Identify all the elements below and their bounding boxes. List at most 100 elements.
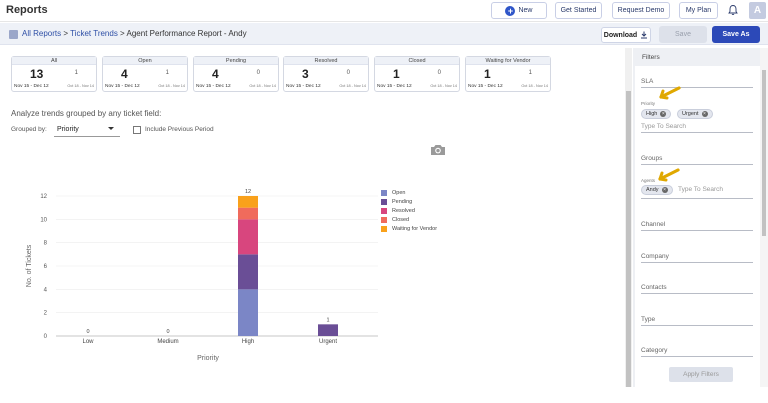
company-field[interactable]: Company	[641, 253, 753, 263]
legend-item[interactable]: Waiting for Vendor	[381, 224, 437, 233]
apply-filters-button[interactable]: Apply Filters	[669, 367, 733, 382]
top-bar: Reports + New Get Started Request Demo M…	[0, 0, 768, 22]
filters-scrollbar[interactable]	[760, 48, 768, 387]
legend-swatch	[381, 207, 387, 214]
y-axis-title: No. of Tickets	[26, 244, 33, 287]
reports-icon	[9, 30, 18, 39]
card-count: 4	[212, 67, 219, 81]
new-button[interactable]: + New	[491, 2, 547, 19]
priority-search-input[interactable]: Type To Search	[641, 123, 753, 133]
analyze-text: Analyze trends grouped by any ticket fie…	[11, 109, 162, 118]
agents-field[interactable]: Andy × Type To Search	[641, 185, 753, 199]
chip-label: Urgent	[682, 111, 699, 117]
status-card[interactable]: Closed 1 0 Nov 15 - Dec 12 Oct 18 - Nov 14	[374, 56, 460, 92]
card-label: Waiting for Vendor	[466, 57, 550, 65]
priority-chip-high[interactable]: High ×	[641, 109, 672, 119]
legend-item[interactable]: Closed	[381, 215, 437, 224]
bar-segment	[238, 219, 258, 255]
card-previous-range: Oct 18 - Nov 14	[249, 84, 276, 88]
type-field[interactable]: Type	[641, 316, 753, 326]
status-card[interactable]: Pending 4 0 Nov 15 - Dec 12 Oct 18 - Nov 14	[193, 56, 279, 92]
close-icon[interactable]: ×	[660, 111, 667, 117]
status-card[interactable]: Open 4 1 Nov 15 - Dec 12 Oct 18 - Nov 14	[102, 56, 188, 92]
breadcrumb: All Reports > Ticket Trends > Agent Perf…	[22, 29, 247, 38]
main-scrollbar[interactable]	[625, 48, 632, 387]
card-label: Resolved	[284, 57, 368, 65]
request-demo-button[interactable]: Request Demo	[612, 2, 670, 19]
legend-label: Pending	[392, 198, 413, 205]
arrow-annotation-icon	[659, 86, 681, 100]
camera-icon[interactable]	[430, 144, 446, 156]
get-started-button[interactable]: Get Started	[555, 2, 602, 19]
card-date-range: Nov 15 - Dec 12	[105, 84, 140, 89]
card-previous-count: 1	[165, 70, 169, 76]
bar-total-label: 0	[86, 329, 89, 335]
legend-item[interactable]: Pending	[381, 197, 437, 206]
legend-swatch	[381, 216, 387, 223]
status-card[interactable]: Waiting for Vendor 1 1 Nov 15 - Dec 12 Oct 1…	[465, 56, 551, 92]
groups-field[interactable]: Groups	[641, 155, 753, 165]
plus-icon: +	[505, 5, 516, 16]
card-count: 4	[121, 67, 128, 81]
group-by-select[interactable]: Priority	[54, 122, 120, 137]
new-button-label: New	[518, 7, 533, 14]
x-axis-title: Priority	[197, 355, 219, 362]
legend-label: Open	[392, 189, 406, 196]
avatar[interactable]: A	[749, 2, 766, 19]
legend-label: Closed	[392, 216, 410, 223]
breadcrumb-ticket-trends[interactable]: Ticket Trends	[70, 29, 118, 38]
save-button[interactable]: Save	[659, 26, 707, 43]
card-label: Pending	[194, 57, 278, 65]
chip-label: High	[646, 111, 658, 117]
legend-label: Waiting for Vendor	[392, 225, 438, 232]
priority-chip-urgent[interactable]: Urgent ×	[677, 109, 713, 119]
card-count: 1	[484, 67, 491, 81]
sla-field[interactable]: SLA	[641, 78, 753, 88]
legend-item[interactable]: Open	[381, 188, 437, 197]
breadcrumb-all-reports[interactable]: All Reports	[22, 29, 61, 38]
my-plan-button[interactable]: My Plan	[679, 2, 718, 19]
bell-icon[interactable]	[727, 4, 739, 16]
download-icon	[641, 31, 648, 39]
download-button[interactable]: Download	[601, 27, 651, 43]
chevron-down-icon	[108, 127, 114, 130]
legend-swatch	[381, 198, 387, 205]
status-card[interactable]: Resolved 3 0 Nov 15 - Dec 12 Oct 18 - Nov 14	[283, 56, 369, 92]
bar-segment	[238, 289, 258, 336]
app-title: Reports	[6, 4, 48, 16]
x-tick-label: High	[242, 339, 254, 345]
group-by-value: Priority	[57, 126, 79, 133]
y-tick-label: 0	[44, 334, 48, 340]
bar-segment	[238, 196, 258, 208]
status-card[interactable]: All 13 1 Nov 15 - Dec 12 Oct 18 - Nov 14	[11, 56, 97, 92]
save-as-button[interactable]: Save As	[712, 26, 760, 43]
card-date-range: Nov 15 - Dec 12	[14, 84, 49, 89]
scroll-thumb[interactable]	[626, 91, 631, 387]
contacts-field[interactable]: Contacts	[641, 284, 753, 294]
chart-legend: Open Pending Resolved Closed Waiting for Ven…	[381, 188, 437, 233]
card-previous-range: Oct 18 - Nov 14	[521, 84, 548, 88]
include-previous-checkbox[interactable]	[133, 126, 141, 134]
filters-panel: Filters SLA Priority High × Urgent × Type …	[633, 48, 768, 403]
card-count: 3	[302, 67, 309, 81]
legend-label: Resolved	[392, 207, 415, 214]
group-by-label: Grouped by:	[11, 126, 47, 133]
x-tick-label: Low	[82, 339, 94, 345]
card-label: Closed	[375, 57, 459, 65]
y-tick-label: 10	[40, 217, 47, 223]
card-previous-count: 0	[437, 70, 441, 76]
card-previous-count: 1	[74, 70, 78, 76]
category-field[interactable]: Category	[641, 347, 753, 357]
scroll-thumb[interactable]	[762, 70, 766, 236]
agent-chip-andy[interactable]: Andy ×	[641, 185, 673, 195]
bar-segment	[238, 254, 258, 290]
close-icon[interactable]: ×	[661, 187, 668, 193]
legend-item[interactable]: Resolved	[381, 206, 437, 215]
breadcrumb-separator: >	[61, 29, 71, 38]
agents-search-input[interactable]: Type To Search	[678, 186, 723, 193]
channel-field[interactable]: Channel	[641, 221, 753, 231]
close-icon[interactable]: ×	[701, 111, 708, 117]
priority-label: Priority	[641, 101, 656, 106]
y-tick-label: 8	[44, 241, 48, 247]
filters-title: Filters	[642, 54, 660, 61]
